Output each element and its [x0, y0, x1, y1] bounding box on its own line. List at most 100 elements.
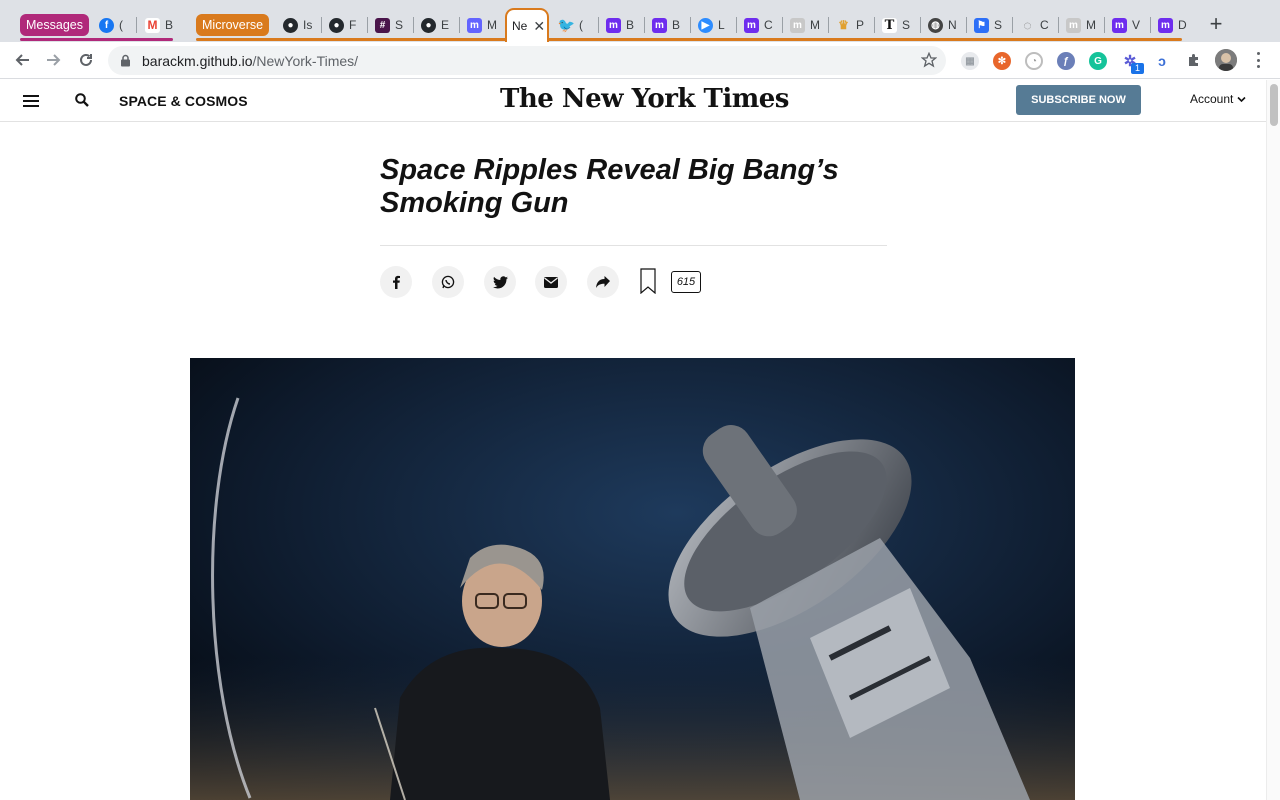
tab[interactable]: m B — [599, 14, 641, 36]
tab-title: S — [395, 18, 404, 32]
share-twitter-button[interactable] — [484, 266, 516, 298]
reload-button[interactable] — [74, 48, 98, 72]
tab[interactable]: # S — [368, 14, 410, 36]
globe-icon: ◍ — [928, 17, 943, 33]
url-host: barackm.github.io — [142, 53, 253, 69]
tab-group-line — [20, 38, 173, 41]
tab[interactable]: ● Is — [276, 14, 320, 36]
tab[interactable]: m M — [460, 14, 502, 36]
pumpkin-icon: ♛ — [838, 18, 849, 32]
puzzle-icon — [1189, 54, 1198, 66]
share-icon — [596, 276, 610, 288]
tab[interactable]: m D — [1151, 14, 1191, 36]
extension-icon[interactable]: ƒ — [1057, 52, 1075, 70]
bookmark-icon[interactable] — [640, 268, 656, 294]
telescope-scientist-image — [190, 358, 1075, 800]
tab-divider — [136, 17, 137, 33]
back-button[interactable] — [10, 48, 34, 72]
tab-group-line — [196, 38, 1182, 41]
twitter-icon — [492, 275, 508, 288]
tab[interactable]: ⚑ S — [967, 14, 1009, 36]
reload-icon — [80, 53, 92, 66]
tab-group-messages[interactable]: Messages — [20, 14, 89, 36]
whatsapp-icon — [441, 275, 455, 289]
tab[interactable]: m M — [1059, 14, 1101, 36]
active-tab[interactable]: Ne ✕ — [505, 8, 549, 42]
nyt-icon: T — [882, 17, 897, 33]
account-menu[interactable]: Account — [1190, 92, 1246, 106]
microverse-icon: m — [744, 17, 759, 33]
slack-icon: # — [375, 17, 390, 33]
tab[interactable]: ◍ N — [921, 14, 963, 36]
tab-title: ( — [119, 18, 123, 32]
forward-button[interactable] — [42, 48, 66, 72]
share-facebook-button[interactable] — [380, 266, 412, 298]
tab-title: C — [1040, 18, 1049, 32]
github-icon: ● — [283, 17, 298, 33]
tab[interactable]: m M — [783, 14, 825, 36]
microverse-icon: m — [652, 17, 667, 33]
tab-title: M — [1086, 18, 1096, 32]
tab-title: P — [856, 18, 865, 32]
address-bar[interactable]: barackm.github.io/NewYork-Times/ — [108, 46, 946, 75]
url-path: /NewYork-Times/ — [252, 53, 359, 69]
extension-grid-icon[interactable]: ▦ — [961, 52, 979, 70]
flag-icon: ⚑ — [974, 17, 989, 33]
zoom-icon: ▶ — [698, 17, 713, 33]
mastodon-icon: m — [467, 17, 482, 33]
microverse-icon: m — [1112, 17, 1127, 33]
new-tab-button[interactable]: + — [1207, 13, 1225, 37]
extension-icon[interactable]: ↄ — [1153, 52, 1171, 70]
tab-group-microverse[interactable]: Microverse — [196, 14, 270, 36]
share-whatsapp-button[interactable] — [432, 266, 464, 298]
tab-title: N — [948, 18, 957, 32]
tab[interactable]: 🐦 ( — [552, 14, 596, 36]
arrow-right-icon — [47, 54, 61, 66]
twitter-icon: 🐦 — [557, 16, 576, 33]
tab[interactable]: m B — [645, 14, 687, 36]
tab[interactable]: ● F — [322, 14, 364, 36]
comments-count[interactable]: 615 — [671, 271, 701, 293]
hamburger-menu-icon[interactable] — [23, 95, 39, 107]
article-photo — [190, 358, 1075, 800]
tab-title: C — [764, 18, 773, 32]
tab[interactable]: m V — [1105, 14, 1147, 36]
timer-extension-icon[interactable]: ◔ — [1025, 52, 1043, 70]
tab-title: L — [718, 18, 725, 32]
lock-icon — [121, 54, 130, 67]
profile-avatar[interactable] — [1215, 49, 1237, 71]
extensions-puzzle-icon[interactable] — [1185, 52, 1203, 70]
microverse-icon: m — [606, 17, 621, 33]
tab-title: B — [626, 18, 635, 32]
gmail-icon: M — [145, 17, 160, 33]
subscribe-button[interactable]: SUBSCRIBE NOW — [1016, 85, 1141, 115]
tab[interactable]: ◌ C — [1013, 14, 1055, 36]
chevron-down-icon — [1237, 96, 1246, 103]
site-header: SPACE & COSMOS The New York Times SUBSCR… — [0, 80, 1266, 122]
page-scrollbar[interactable] — [1266, 80, 1280, 800]
loader-icon: ◌ — [1023, 17, 1032, 33]
tab[interactable]: ● E — [414, 14, 456, 36]
tab-title: B — [165, 18, 174, 32]
section-name[interactable]: SPACE & COSMOS — [119, 93, 248, 109]
scrollbar-thumb[interactable] — [1270, 84, 1278, 126]
tab[interactable]: T S — [875, 14, 917, 36]
tab[interactable]: f ( — [92, 14, 132, 36]
tab[interactable]: ▶ L — [691, 14, 733, 36]
tab[interactable]: ♛ P — [829, 14, 871, 36]
browser-menu-icon[interactable] — [1253, 50, 1263, 70]
close-icon[interactable]: ✕ — [533, 19, 545, 33]
extension-icon[interactable]: ✻ — [993, 52, 1011, 70]
tab[interactable]: M B — [138, 14, 178, 36]
microverse-icon: m — [790, 17, 805, 33]
nyt-logo[interactable]: The New York Times — [500, 84, 789, 114]
bookmark-star-icon[interactable] — [921, 52, 937, 68]
tab[interactable]: m C — [737, 14, 779, 36]
tab-title: D — [1178, 18, 1187, 32]
share-email-button[interactable] — [535, 266, 567, 298]
grammarly-icon[interactable]: G — [1089, 52, 1107, 70]
facebook-icon: f — [99, 17, 114, 33]
search-icon[interactable] — [75, 93, 89, 107]
tab-title: B — [672, 18, 681, 32]
share-more-button[interactable] — [587, 266, 619, 298]
